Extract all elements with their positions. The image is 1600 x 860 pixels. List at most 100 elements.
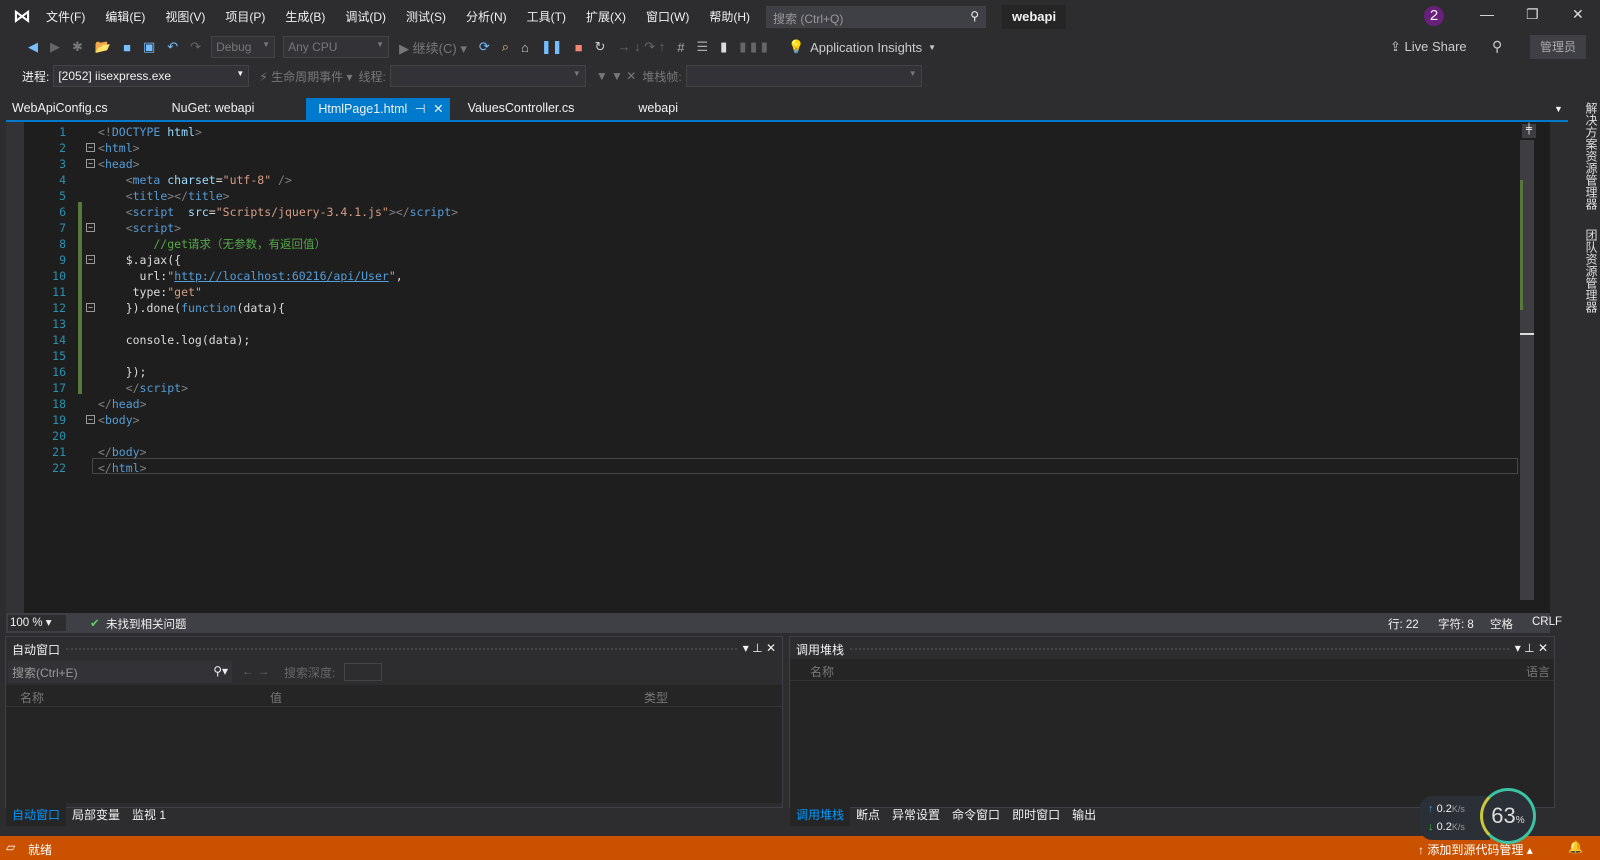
tab-htmlpage1-html[interactable]: HtmlPage1.html ⊣ ✕ [306,98,450,120]
bookmark-icon[interactable]: ▮ [720,39,727,55]
menu-item[interactable]: 窗口(W) [646,10,689,24]
save-icon[interactable]: ■ [123,40,131,55]
fold-toggle-icon[interactable]: − [86,159,95,168]
code-token: < [98,221,133,235]
menu-item[interactable]: 工具(T) [527,10,566,24]
filter-icons[interactable]: ▼ ▼ ✕ [596,69,636,83]
menu-item[interactable]: 测试(S) [406,10,446,24]
nav-arrows[interactable]: ← → [242,664,269,678]
bottom-tab[interactable]: 监视 1 [126,803,172,826]
thread-select[interactable]: ▼ [389,65,586,87]
menu-item[interactable]: 帮助(H) [709,10,750,24]
source-control-button[interactable]: ↑ 添加到源代码管理 ▴ [1418,841,1533,858]
bottom-tab[interactable]: 调用堆栈 [790,803,851,826]
live-share-button[interactable]: ⇪ Live Share [1390,39,1467,55]
thread-label: 线程: [358,69,386,84]
restore-button[interactable]: ❐ [1526,6,1539,23]
continue-button[interactable]: ▶ 继续(C) ▾ [399,38,467,57]
tab-label: WebApiConfig.cs [12,101,108,115]
fold-toggle-icon[interactable]: − [86,223,95,232]
fold-toggle-icon[interactable]: − [86,143,95,152]
close-tab-icon[interactable]: ✕ [433,102,443,116]
search-box[interactable]: 搜索 (Ctrl+Q) ⚲ [766,6,986,28]
callstack-title: 调用堆栈 [796,643,845,657]
bottom-tab[interactable]: 异常设置 [886,803,946,826]
screenshot-icon[interactable]: ⌂ [521,40,529,55]
app-insights-button[interactable]: Application Insights [810,40,922,55]
fold-toggle-icon[interactable]: − [86,415,95,424]
editor-scrollbar[interactable] [1520,140,1534,600]
tab-list-dropdown[interactable]: ▼ [1554,104,1563,114]
bottom-tab[interactable]: 命令窗口 [946,803,1006,826]
notification-badge[interactable]: 2 [1424,6,1444,26]
code-token: < [98,189,133,203]
eol-indicator[interactable]: CRLF [1532,616,1562,628]
col-language[interactable]: 语言 [1526,663,1550,680]
tab-nuget-webapi[interactable]: NuGet: webapi [160,98,267,120]
bottom-tab[interactable]: 即时窗口 [1006,803,1066,826]
col-type[interactable]: 类型 [644,689,668,706]
menu-item[interactable]: 调试(D) [345,10,386,24]
panel-menu-icons[interactable]: ▾ ⊥ ✕ [743,641,776,655]
zoom-select[interactable]: 100 % ▾ [8,615,66,631]
issues-status[interactable]: 未找到相关问题 [106,616,187,632]
lifecycle-events-button[interactable]: ⚡ 生命周期事件 ▾ [259,68,352,85]
bookmark-nav-icons[interactable]: ▮ ▮ ▮ [739,39,768,55]
menu-item[interactable]: 扩展(X) [586,10,626,24]
code-token: src [188,205,209,219]
admin-badge[interactable]: 管理员 [1530,35,1586,59]
step-icons[interactable]: → ↓ ↷ ↑ [617,39,665,55]
code-editor[interactable]: ╪ 1 <!DOCTYPE html> 2− <html> 3− <head> 4 <met… [6,122,1550,613]
hex-icon[interactable]: # [677,40,684,55]
config-select[interactable]: Debug ▼ [211,36,276,58]
tab-webapi[interactable]: webapi [626,98,690,120]
bottom-tab[interactable]: 自动窗口 [6,803,67,826]
stop-icon[interactable]: ■ [575,40,583,55]
panel-menu-icons[interactable]: ▾ ⊥ ✕ [1515,641,1548,655]
indent-indicator[interactable]: 空格 [1490,616,1513,632]
close-window-button[interactable]: ✕ [1572,6,1584,23]
lightbulb-icon: 💡 [787,39,805,54]
back-icon[interactable]: ◀ [28,39,38,55]
open-icon[interactable]: 📂 [95,39,111,55]
process-select[interactable]: [2052] iisexpress.exe ▼ [53,65,250,87]
undo-icon[interactable]: ↶ [167,39,178,55]
menu-item[interactable]: 分析(N) [466,10,507,24]
tab-webapiconfig-cs[interactable]: WebApiConfig.cs [0,98,120,120]
pause-icon[interactable]: ❚❚ [541,39,563,55]
restart-icon[interactable]: ↻ [595,39,606,55]
notification-bell-icon[interactable]: 🔔 [1568,840,1583,854]
save-all-icon[interactable]: ▣ [143,39,155,55]
col-name[interactable]: 名称 [810,663,834,680]
col-name[interactable]: 名称 [20,689,44,706]
menu-item[interactable]: 文件(F) [46,10,85,24]
tab-valuescontroller-cs[interactable]: ValuesController.cs [456,98,587,120]
platform-select[interactable]: Any CPU ▼ [283,36,390,58]
forward-icon[interactable]: ▶ [50,39,60,55]
autos-search-input[interactable]: 搜索(Ctrl+E) ⚲▾ [8,661,232,683]
find-icon[interactable]: ⌕ [502,39,509,55]
bottom-tab[interactable]: 断点 [850,803,886,826]
solution-explorer-tab[interactable]: 解决方案资源管理器 [1584,98,1598,222]
feedback-icon[interactable]: ⚲ [1492,38,1502,55]
new-item-icon[interactable]: ✱ [72,39,83,55]
redo-icon[interactable]: ↷ [190,39,201,55]
bottom-tab[interactable]: 输出 [1066,803,1102,826]
fold-toggle-icon[interactable]: − [86,303,95,312]
line-number: 1 [59,125,66,139]
code-text: $.ajax({ [98,252,181,268]
menu-item[interactable]: 项目(P) [225,10,265,24]
menu-item[interactable]: 编辑(E) [105,10,145,24]
stack-frame-select[interactable]: ▼ [685,65,922,87]
menu-item[interactable]: 视图(V) [165,10,205,24]
bottom-tab[interactable]: 局部变量 [66,803,126,826]
search-depth-select[interactable] [344,663,382,681]
team-explorer-tab[interactable]: 团队资源管理器 [1584,225,1598,317]
comment-icon[interactable]: ☰ [696,39,708,55]
fold-toggle-icon[interactable]: − [86,255,95,264]
menu-item[interactable]: 生成(B) [285,10,325,24]
minimize-button[interactable]: — [1480,6,1494,22]
pin-icon[interactable]: ⊣ [411,102,429,116]
refresh-icon[interactable]: ⟳ [479,39,490,55]
col-value[interactable]: 值 [270,689,282,706]
